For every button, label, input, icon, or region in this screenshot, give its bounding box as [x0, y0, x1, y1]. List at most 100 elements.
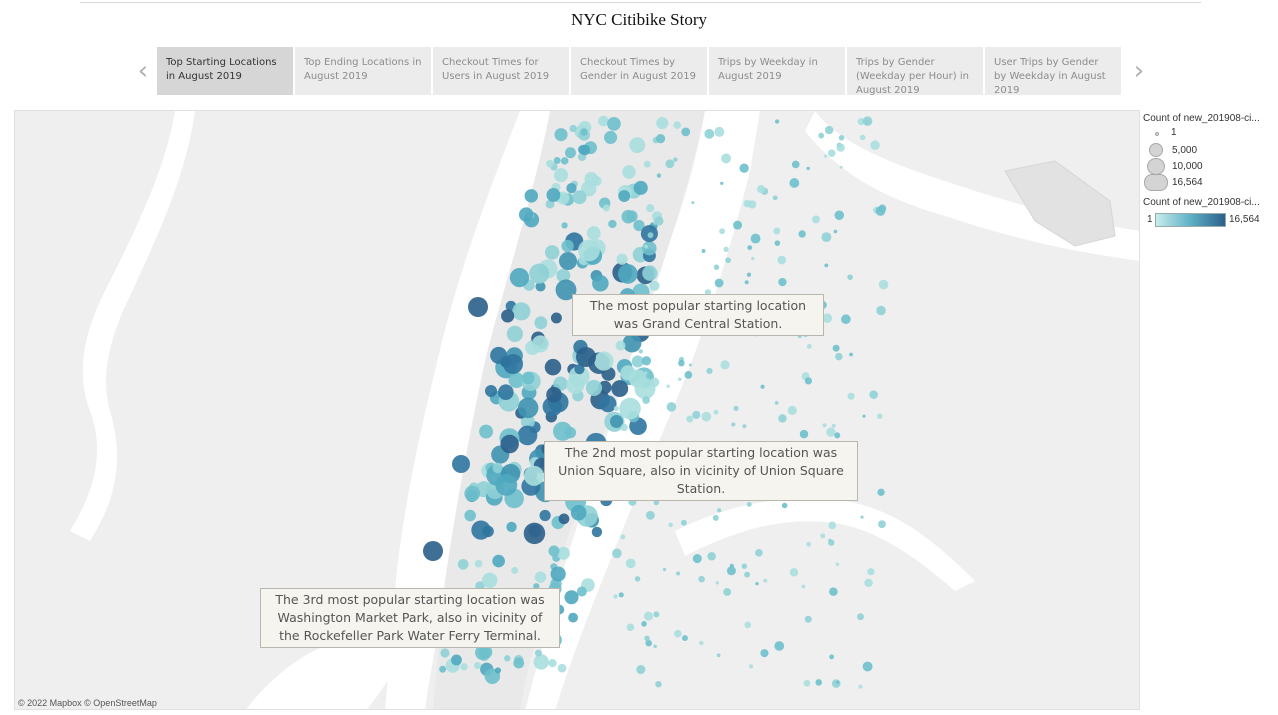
station-bubble: [482, 572, 498, 588]
station-bubble: [681, 635, 688, 642]
station-bubble: [869, 390, 878, 399]
station-bubble: [870, 140, 880, 150]
station-bubble: [806, 344, 812, 349]
station-bubble: [460, 663, 468, 671]
station-bubble: [877, 488, 885, 497]
story-point-trips-weekday[interactable]: Trips by Weekday in August 2019: [709, 47, 845, 95]
map-attribution[interactable]: © 2022 Mapbox © OpenStreetMap: [18, 698, 157, 708]
station-bubble: [835, 352, 843, 361]
station-bubble: [811, 215, 820, 224]
station-bubble: [656, 173, 662, 178]
station-bubble: [833, 229, 838, 234]
map-legend: Count of new_201908-ci... 1 5,000 10,000…: [1143, 113, 1275, 231]
station-bubble: [602, 204, 610, 212]
station-bubble: [742, 424, 747, 429]
station-bubble: [748, 200, 757, 209]
station-bubble: [723, 588, 732, 596]
station-bubble: [801, 584, 806, 589]
station-bubble: [517, 425, 538, 446]
color-legend-max: 16,564: [1229, 214, 1260, 225]
station-bubble: [580, 128, 588, 136]
station-bubble: [744, 571, 751, 578]
story-point-user-trips-gender[interactable]: User Trips by Gender by Weekday in Augus…: [985, 47, 1121, 96]
story-point-top-ending[interactable]: Top Ending Locations in August 2019: [295, 47, 431, 95]
station-bubble: [611, 380, 629, 398]
story-point-checkout-gender[interactable]: Checkout Times by Gender in August 2019: [571, 47, 707, 95]
station-bubble: [604, 130, 618, 144]
station-bubble: [553, 421, 573, 441]
station-bubble: [550, 312, 562, 324]
story-point-checkout-users[interactable]: Checkout Times for Users in August 2019: [433, 47, 569, 95]
station-bubble: [599, 395, 617, 413]
station-bubble: [777, 255, 787, 265]
station-bubble: [479, 424, 494, 439]
station-bubble: [831, 679, 841, 688]
size-legend-label: 1: [1171, 127, 1177, 138]
station-bubble: [756, 185, 766, 194]
station-bubble: [584, 172, 599, 186]
station-bubble: [568, 612, 578, 623]
station-bubble: [548, 545, 560, 557]
station-bubble: [701, 411, 712, 422]
top-divider: [80, 2, 1201, 3]
story-point-top-starting[interactable]: Top Starting Locations in August 2019: [157, 47, 293, 95]
station-bubble: [622, 165, 636, 179]
station-bubble: [691, 201, 695, 205]
station-bubble: [641, 621, 647, 627]
station-bubble: [835, 562, 840, 566]
station-bubble: [774, 240, 781, 246]
station-bubble: [755, 549, 763, 557]
station-bubble: [787, 405, 797, 415]
story-point-trips-gender-hour[interactable]: Trips by Gender (Weekday per Hour) in Au…: [847, 47, 983, 96]
station-bubble: [539, 509, 551, 522]
callout-second: The 2nd most popular starting location w…: [544, 441, 858, 501]
station-bubble: [628, 369, 647, 388]
station-bubble: [673, 121, 681, 129]
station-bubble: [836, 143, 845, 152]
station-bubble: [509, 267, 530, 288]
station-bubble: [576, 347, 596, 367]
station-bubble: [834, 432, 841, 439]
station-bubble: [713, 264, 720, 270]
station-bubble: [725, 257, 731, 264]
station-bubble: [799, 429, 809, 439]
station-bubble: [699, 640, 704, 646]
station-bubble: [789, 568, 799, 577]
station-bubble: [452, 455, 470, 473]
station-bubble: [591, 526, 603, 538]
station-bubble: [860, 515, 864, 519]
station-bubble: [824, 125, 834, 135]
west-waterway: [70, 111, 195, 541]
size-legend-item: 1: [1143, 127, 1275, 143]
station-bubble: [513, 657, 525, 669]
station-bubble: [544, 358, 562, 376]
station-bubble: [862, 414, 866, 418]
station-bubble: [535, 649, 542, 657]
color-ramp: [1155, 213, 1226, 227]
station-bubble: [641, 356, 652, 366]
station-bubble: [839, 165, 843, 169]
station-bubble: [550, 566, 566, 582]
station-bubble: [876, 305, 886, 316]
callout-first: The most popular starting location was G…: [572, 294, 824, 336]
station-bubble: [721, 153, 732, 164]
chevron-left-icon[interactable]: ‹: [130, 47, 156, 95]
story-points: Top Starting Locations in August 2019 To…: [157, 47, 1121, 96]
station-bubble: [498, 384, 514, 401]
station-bubble: [511, 567, 519, 574]
station-bubble: [656, 116, 669, 130]
color-legend-title: Count of new_201908-ci...: [1143, 197, 1260, 208]
station-bubble: [546, 159, 554, 168]
station-bubble: [834, 210, 845, 221]
station-bubble: [504, 655, 511, 662]
station-bubble: [647, 232, 654, 239]
station-bubble: [523, 522, 546, 545]
size-legend-title: Count of new_201908-ci...: [1143, 113, 1260, 124]
station-bubble: [655, 680, 662, 688]
station-bubble: [521, 371, 535, 385]
map-view[interactable]: The most popular starting location was G…: [14, 110, 1140, 710]
chevron-right-icon[interactable]: ›: [1126, 47, 1152, 95]
size-legend-label: 5,000: [1172, 145, 1198, 156]
story-navigator: ‹ Top Starting Locations in August 2019 …: [130, 47, 1155, 96]
station-bubble: [746, 272, 752, 277]
